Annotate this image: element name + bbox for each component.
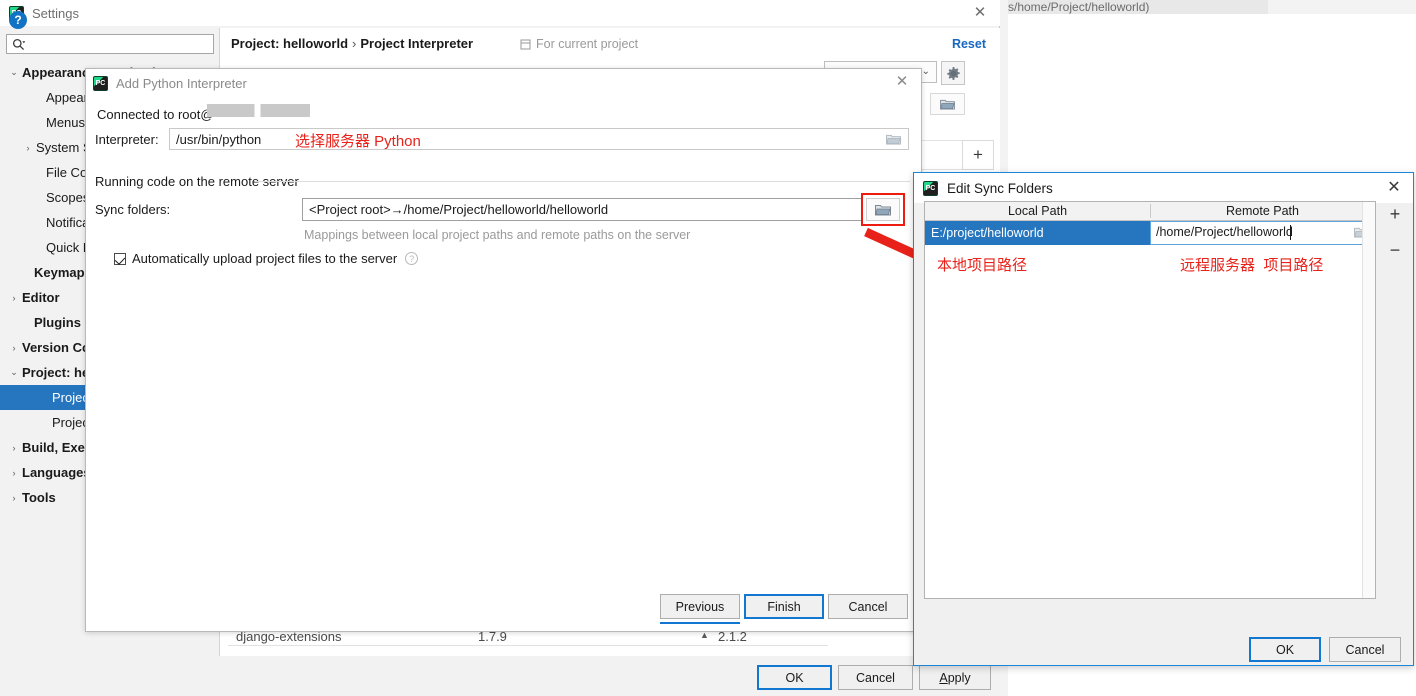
chevron-down-icon: ⌄ — [921, 66, 930, 77]
apply-button[interactable]: Apply — [919, 665, 991, 690]
close-icon[interactable]: ✕ — [891, 73, 913, 91]
gear-icon — [946, 66, 960, 80]
interpreter-path-value: /usr/bin/python — [176, 132, 262, 147]
interpreter-browse-button[interactable] — [930, 93, 965, 115]
table-header: Local Path Remote Path — [925, 202, 1375, 221]
search-icon — [7, 38, 29, 51]
edit-sync-folders-title: Edit Sync Folders — [947, 180, 1053, 196]
settings-titlebar: PC Settings — [0, 0, 1000, 26]
cancel-button[interactable]: Cancel — [828, 594, 908, 619]
local-path-annotation: 本地项目路径 — [937, 257, 1028, 274]
auto-upload-label: Automatically upload project files to th… — [132, 251, 398, 266]
add-package-button[interactable]: + — [962, 140, 994, 170]
text-caret — [1290, 225, 1291, 240]
table-toolbar: + − — [1384, 201, 1406, 271]
sidebar-item-label: Tools — [22, 490, 56, 505]
remote-path-value: /home/Project/helloworld — [1156, 225, 1293, 239]
edit-sync-folders-titlebar: PC Edit Sync Folders — [914, 173, 1413, 203]
help-icon[interactable]: ? — [405, 252, 419, 265]
for-current-project-note: For current project — [520, 37, 638, 51]
cancel-button[interactable]: Cancel — [838, 665, 913, 690]
previous-button[interactable]: Previous — [660, 594, 740, 619]
chevron-icon[interactable]: › — [6, 468, 22, 478]
remote-annotation-part2: 项目路径 — [1263, 257, 1324, 274]
remote-annotation-part1: 远程服务器 — [1180, 257, 1256, 274]
remote-path-cell[interactable]: /home/Project/helloworld — [1150, 221, 1375, 245]
chevron-icon[interactable]: › — [6, 293, 22, 303]
table-vertical-scrollbar[interactable] — [1362, 202, 1375, 598]
pycharm-icon: PC — [923, 180, 938, 196]
redacted-host-text — [207, 104, 310, 117]
module-icon — [520, 39, 531, 50]
background-top-text-fragment: s/home/Project/helloworld) — [1008, 0, 1268, 14]
chevron-icon[interactable]: › — [6, 493, 22, 503]
finish-button[interactable]: Finish — [744, 594, 824, 619]
local-path-cell[interactable]: E:/project/helloworld — [925, 221, 1150, 245]
folder-icon — [940, 99, 955, 110]
chevron-icon[interactable]: › — [6, 443, 22, 453]
sidebar-item-label: Scopes — [46, 190, 90, 205]
breadcrumb: Project: helloworld › Project Interpreter — [231, 36, 473, 51]
for-current-project-label: For current project — [536, 37, 639, 51]
folder-icon[interactable] — [886, 133, 901, 145]
auto-upload-row[interactable]: Automatically upload project files to th… — [114, 251, 419, 266]
chevron-icon[interactable]: ⌄ — [6, 67, 22, 78]
column-header-remote-path[interactable]: Remote Path — [1150, 202, 1375, 220]
search-input[interactable] — [29, 36, 207, 52]
chevron-icon[interactable]: ⌄ — [6, 367, 22, 378]
sync-folders-table: Local Path Remote Path E:/project/hellow… — [924, 201, 1376, 599]
sync-folders-value: <Project root>→/home/Project/helloworld/… — [309, 202, 609, 217]
chevron-icon[interactable]: › — [20, 143, 36, 153]
add-interpreter-titlebar: PC Add Python Interpreter — [86, 69, 921, 97]
interpreter-annotation: 选择服务器 Python — [295, 133, 421, 150]
sync-folders-field[interactable]: <Project root>→/home/Project/helloworld/… — [302, 198, 862, 221]
screen: s/home/Project/helloworld) PC Settings ✕… — [0, 0, 1416, 696]
connected-to-label: Connected to root@ — [97, 107, 214, 122]
remote-path-annotation: 远程服务器 项目路径 — [1180, 254, 1323, 275]
interpreter-path-field[interactable]: /usr/bin/python 选择服务器 Python — [169, 128, 909, 150]
breadcrumb-leaf: Project Interpreter — [360, 36, 474, 51]
sync-folders-label: Sync folders: — [95, 202, 171, 217]
ok-button[interactable]: OK — [1249, 637, 1321, 662]
interpreter-label: Interpreter: — [95, 132, 159, 147]
apply-button-mnemonic: A — [939, 670, 948, 685]
sidebar-item-label: Editor — [22, 290, 60, 305]
settings-pane-header: Project: helloworld › Project Interpreter … — [219, 28, 1000, 62]
interpreter-settings-gear-button[interactable] — [941, 61, 965, 85]
remove-mapping-button[interactable]: − — [1384, 239, 1406, 261]
search-box[interactable] — [6, 34, 214, 54]
cancel-button[interactable]: Cancel — [1329, 637, 1401, 662]
column-header-local-path[interactable]: Local Path — [925, 202, 1150, 220]
breadcrumb-separator: › — [352, 36, 357, 51]
close-icon[interactable]: ✕ — [1383, 178, 1405, 198]
add-python-interpreter-dialog: PC Add Python Interpreter ✕ Connected to… — [85, 68, 922, 632]
pycharm-icon: PC — [93, 75, 108, 91]
reset-link[interactable]: Reset — [952, 37, 986, 51]
add-mapping-button[interactable]: + — [1384, 203, 1406, 225]
focus-indicator — [660, 622, 740, 624]
table-row[interactable]: E:/project/helloworld /home/Project/hell… — [925, 221, 1375, 245]
chevron-icon[interactable]: › — [6, 343, 22, 353]
help-icon[interactable]: ? — [9, 11, 27, 29]
sync-folders-hint: Mappings between local project paths and… — [304, 228, 691, 242]
apply-button-label-rest: pply — [947, 670, 971, 685]
sidebar-item-label: Keymap — [34, 265, 85, 280]
ok-button[interactable]: OK — [757, 665, 832, 690]
breadcrumb-root[interactable]: Project: helloworld — [231, 36, 348, 51]
sidebar-item-label: Plugins — [34, 315, 81, 330]
add-interpreter-title: Add Python Interpreter — [116, 75, 247, 91]
edit-sync-folders-dialog: PC Edit Sync Folders ✕ Local Path Remote… — [913, 172, 1414, 666]
settings-window-title: Settings — [32, 5, 79, 21]
auto-upload-checkbox[interactable] — [114, 252, 126, 265]
group-separator — [255, 181, 910, 182]
sync-browse-highlight-box — [861, 193, 905, 226]
close-icon[interactable]: ✕ — [969, 4, 991, 22]
